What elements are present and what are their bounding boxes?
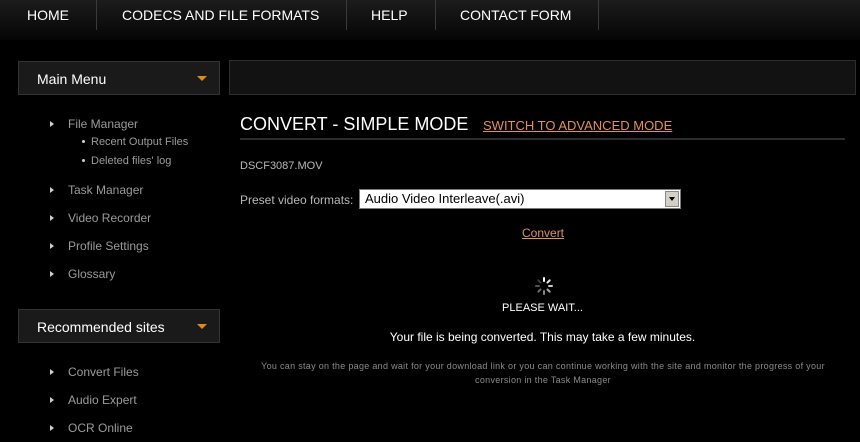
recommended-sites-header[interactable]: Recommended sites xyxy=(18,309,220,343)
bullet-icon xyxy=(82,158,85,162)
arrow-right-icon xyxy=(50,270,54,277)
sidebar-subitem-recent-output[interactable]: Recent Output Files xyxy=(82,136,188,148)
recommended-sites-title: Recommended sites xyxy=(37,319,165,335)
sidebar-subitem-deleted-log[interactable]: Deleted files' log xyxy=(82,155,171,167)
sidebar-item-label: OCR Online xyxy=(68,421,133,435)
converting-status-text: Your file is being converted. This may t… xyxy=(389,330,696,344)
arrow-right-icon xyxy=(50,186,54,193)
please-wait-text: PLEASE WAIT... xyxy=(502,302,583,314)
file-name: DSCF3087.MOV xyxy=(240,160,323,172)
chevron-down-icon xyxy=(197,324,207,329)
arrow-right-icon xyxy=(50,214,54,221)
nav-contact[interactable]: CONTACT FORM xyxy=(433,0,600,30)
sidebar-item-label: Audio Expert xyxy=(68,393,137,407)
preset-format-select[interactable]: Audio Video Interleave(.avi) xyxy=(359,189,681,209)
bullet-icon xyxy=(82,139,85,143)
arrow-right-icon xyxy=(50,368,54,375)
arrow-right-icon xyxy=(50,120,54,127)
nav-help[interactable]: HELP xyxy=(344,0,436,30)
sidebar-item-label: File Manager xyxy=(68,117,139,131)
info-text: You can stay on the page and wait for yo… xyxy=(261,361,825,385)
page-title: CONVERT - SIMPLE MODE xyxy=(240,114,469,134)
arrow-right-icon xyxy=(50,424,54,431)
sidebar-item-label: Task Manager xyxy=(68,183,144,197)
sidebar-subitem-label: Deleted files' log xyxy=(91,155,172,167)
arrow-right-icon xyxy=(50,396,54,403)
preset-selected-value: Audio Video Interleave(.avi) xyxy=(365,191,525,206)
sidebar-item-label: Video Recorder xyxy=(68,211,152,225)
nav-home[interactable]: HOME xyxy=(0,0,97,30)
main-menu-title: Main Menu xyxy=(37,71,107,87)
sidebar-item-profile-settings[interactable]: Profile Settings xyxy=(50,239,149,253)
arrow-right-icon xyxy=(50,242,54,249)
sidebar-item-file-manager[interactable]: File Manager xyxy=(50,117,138,131)
convert-button[interactable]: Convert xyxy=(522,226,564,240)
title-divider xyxy=(240,138,845,140)
loading-spinner-icon xyxy=(535,277,553,295)
sidebar-subitem-label: Recent Output Files xyxy=(91,136,189,148)
nav-codecs[interactable]: CODECS AND FILE FORMATS xyxy=(95,0,348,30)
sidebar-item-video-recorder[interactable]: Video Recorder xyxy=(50,211,151,225)
sidebar-item-ocr-online[interactable]: OCR Online xyxy=(50,421,133,435)
main-menu-header[interactable]: Main Menu xyxy=(18,61,220,95)
preset-label: Preset video formats: xyxy=(240,193,354,207)
sidebar-item-task-manager[interactable]: Task Manager xyxy=(50,183,143,197)
sidebar-item-label: Convert Files xyxy=(68,365,139,379)
dropdown-arrow-icon[interactable] xyxy=(665,191,679,207)
sidebar-item-glossary[interactable]: Glossary xyxy=(50,267,115,281)
sidebar-item-label: Profile Settings xyxy=(68,239,149,253)
switch-advanced-mode-link[interactable]: SWITCH TO ADVANCED MODE xyxy=(483,118,672,133)
sidebar-item-label: Glossary xyxy=(68,267,116,281)
top-navigation: HOME CODECS AND FILE FORMATS HELP CONTAC… xyxy=(0,0,860,40)
chevron-down-icon xyxy=(197,76,207,81)
sidebar-item-audio-expert[interactable]: Audio Expert xyxy=(50,393,137,407)
top-banner-panel xyxy=(229,60,856,95)
sidebar-item-convert-files[interactable]: Convert Files xyxy=(50,365,139,379)
